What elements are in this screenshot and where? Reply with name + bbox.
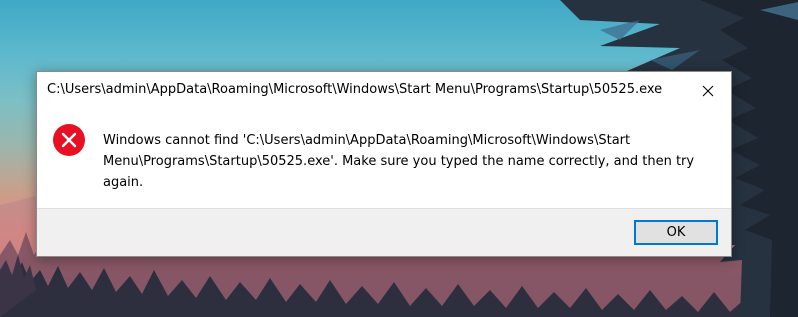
error-dialog: C:\Users\admin\AppData\Roaming\Microsoft…: [36, 71, 732, 257]
dialog-title: C:\Users\admin\AppData\Roaming\Microsoft…: [47, 82, 663, 97]
close-button[interactable]: [685, 72, 731, 110]
ok-button[interactable]: OK: [634, 220, 718, 245]
close-icon: [702, 85, 714, 97]
dialog-content: Windows cannot find 'C:\Users\admin\AppD…: [37, 110, 731, 208]
dialog-titlebar[interactable]: C:\Users\admin\AppData\Roaming\Microsoft…: [37, 72, 731, 110]
error-icon: [53, 124, 85, 156]
dialog-footer: OK: [37, 208, 731, 256]
error-message: Windows cannot find 'C:\Users\admin\AppD…: [103, 133, 695, 190]
